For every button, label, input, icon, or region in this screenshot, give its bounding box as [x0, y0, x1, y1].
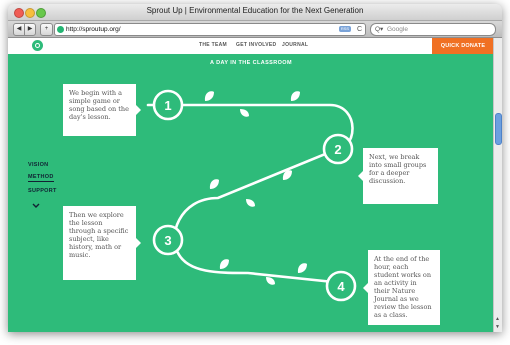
side-nav-support[interactable]: SUPPORT	[28, 188, 57, 194]
side-nav-method[interactable]: METHOD	[28, 174, 54, 182]
step-number-4: 4	[337, 279, 345, 294]
nav-link-journal[interactable]: JOURNAL	[282, 42, 308, 48]
step-marker-3: 3	[152, 224, 184, 256]
leaf-icon	[266, 277, 275, 285]
quick-donate-button[interactable]: QUICK DONATE	[432, 38, 494, 54]
reload-icon[interactable]: C	[357, 24, 362, 35]
chevron-down-icon[interactable]	[32, 203, 40, 209]
step-number-3: 3	[164, 233, 171, 248]
scroll-down-arrow-icon[interactable]: ▼	[495, 324, 500, 330]
step-card-3: Then we explore the lesson through a spe…	[63, 206, 141, 280]
leaf-decorations	[204, 91, 307, 285]
step-marker-1: 1	[152, 89, 184, 121]
scroll-up-arrow-icon[interactable]: ▲	[495, 316, 500, 322]
step-card-4: At the end of the hour, each student wor…	[363, 250, 440, 325]
url-text: http://sproutup.org/	[66, 26, 121, 33]
title-bar: Sprout Up | Environmental Education for …	[8, 4, 502, 21]
site-favicon-icon	[57, 25, 64, 33]
leaf-icon	[297, 263, 307, 273]
address-bar[interactable]: http://sproutup.org/ RSS C	[54, 23, 366, 36]
vertical-scrollbar[interactable]: ▲ ▼	[493, 38, 502, 332]
leaf-icon	[219, 259, 229, 269]
rss-icon[interactable]: RSS	[339, 26, 351, 32]
search-placeholder: Google	[387, 26, 408, 33]
leaf-icon	[240, 109, 249, 117]
site-header: THE TEAM GET INVOLVED JOURNAL QUICK DONA…	[8, 38, 494, 54]
step-marker-2: 2	[322, 133, 354, 165]
leaf-icon	[209, 179, 219, 189]
step-number-2: 2	[334, 142, 341, 157]
path-line	[146, 103, 354, 285]
step-card-2: Next, we break into small groups for a d…	[358, 148, 438, 204]
browser-window: Sprout Up | Environmental Education for …	[8, 4, 502, 332]
forward-button[interactable]: ▶	[24, 23, 36, 36]
side-nav-vision[interactable]: VISION	[28, 162, 57, 168]
window-title: Sprout Up | Environmental Education for …	[146, 6, 364, 15]
step-card-1: We begin with a simple game or song base…	[63, 84, 141, 136]
side-navigation: VISION METHOD SUPPORT	[28, 162, 57, 208]
add-bookmark-button[interactable]: +	[40, 23, 53, 36]
leaf-icon	[204, 91, 214, 101]
sprout-logo-icon[interactable]	[32, 40, 43, 51]
section-title: A DAY IN THE CLASSROOM	[210, 60, 292, 66]
search-icon: Q▾	[375, 26, 384, 33]
page-viewport: 1 2 3 4 THE TEAM GET INVOLVED JOURNAL QU…	[8, 38, 502, 332]
step-number-1: 1	[164, 98, 171, 113]
step-marker-4: 4	[325, 270, 357, 302]
leaf-icon	[290, 91, 300, 101]
browser-toolbar: ◀ ▶ + http://sproutup.org/ RSS C Q▾ Goog…	[8, 21, 502, 38]
leaf-icon	[246, 199, 255, 207]
nav-link-the-team[interactable]: THE TEAM	[199, 42, 227, 48]
nav-link-get-involved[interactable]: GET INVOLVED	[236, 42, 276, 48]
scrollbar-thumb[interactable]	[495, 113, 502, 145]
search-input[interactable]: Q▾ Google	[370, 23, 496, 36]
